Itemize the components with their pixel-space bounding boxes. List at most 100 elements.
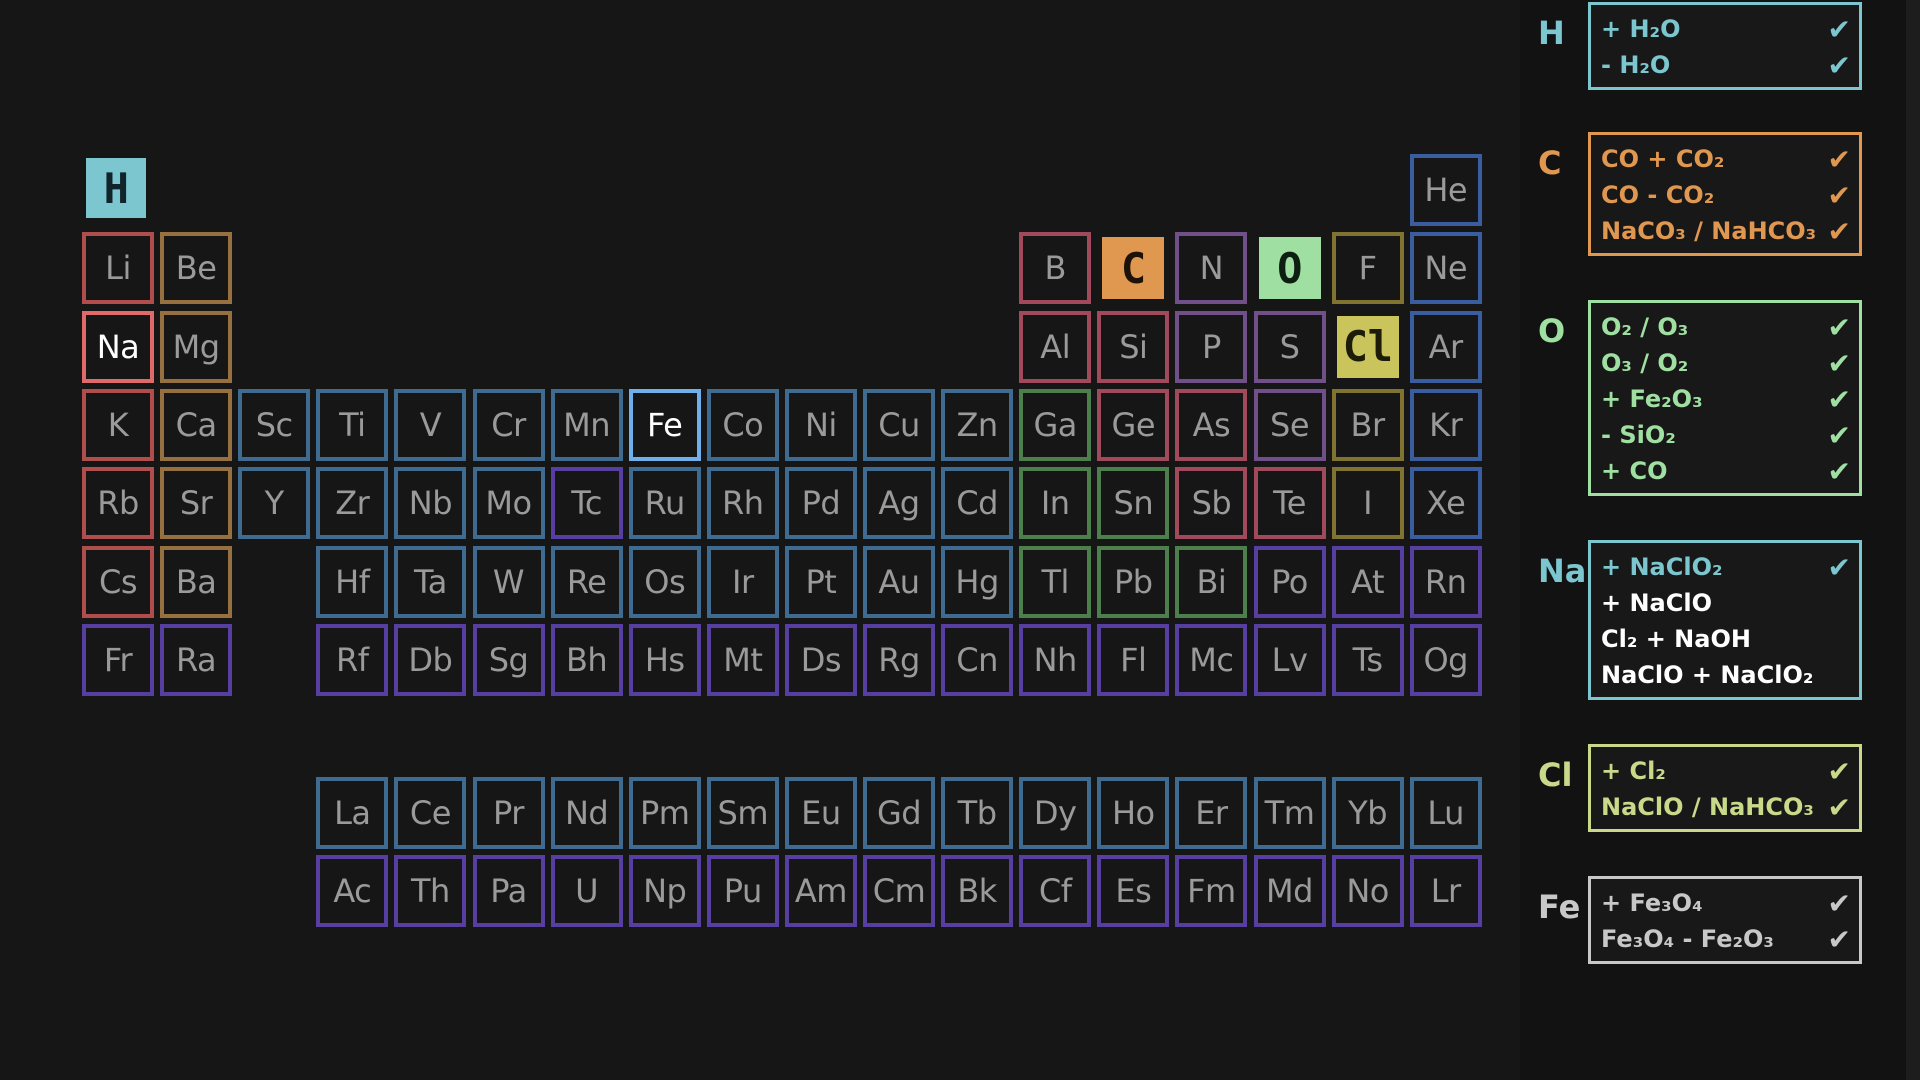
element-am[interactable]: Am: [785, 855, 857, 927]
element-al[interactable]: Al: [1019, 311, 1091, 383]
element-se[interactable]: Se: [1254, 389, 1326, 461]
element-ti[interactable]: Ti: [316, 389, 388, 461]
element-tl[interactable]: Tl: [1019, 546, 1091, 618]
element-h[interactable]: H: [86, 158, 146, 218]
element-ta[interactable]: Ta: [394, 546, 466, 618]
element-mt[interactable]: Mt: [707, 624, 779, 696]
element-lr[interactable]: Lr: [1410, 855, 1482, 927]
element-xe[interactable]: Xe: [1410, 467, 1482, 539]
element-pb[interactable]: Pb: [1097, 546, 1169, 618]
element-k[interactable]: K: [82, 389, 154, 461]
element-ca[interactable]: Ca: [160, 389, 232, 461]
element-lu[interactable]: Lu: [1410, 777, 1482, 849]
element-kr[interactable]: Kr: [1410, 389, 1482, 461]
element-dy[interactable]: Dy: [1019, 777, 1091, 849]
element-fl[interactable]: Fl: [1097, 624, 1169, 696]
reaction-panel-h[interactable]: + H₂O✔- H₂O✔: [1588, 2, 1862, 90]
element-i[interactable]: I: [1332, 467, 1404, 539]
element-ge[interactable]: Ge: [1097, 389, 1169, 461]
element-in[interactable]: In: [1019, 467, 1091, 539]
element-cn[interactable]: Cn: [941, 624, 1013, 696]
element-hg[interactable]: Hg: [941, 546, 1013, 618]
element-ar[interactable]: Ar: [1410, 311, 1482, 383]
element-ne[interactable]: Ne: [1410, 232, 1482, 304]
reaction-panel-na[interactable]: + NaClO₂✔+ NaClOCl₂ + NaOHNaClO + NaClO₂: [1588, 540, 1862, 700]
element-cf[interactable]: Cf: [1019, 855, 1091, 927]
element-he[interactable]: He: [1410, 154, 1482, 226]
reaction-line[interactable]: NaClO + NaClO₂: [1601, 657, 1851, 693]
reaction-line[interactable]: NaClO / NaHCO₃✔: [1601, 789, 1851, 825]
element-ag[interactable]: Ag: [863, 467, 935, 539]
element-co[interactable]: Co: [707, 389, 779, 461]
reaction-line[interactable]: CO + CO₂✔: [1601, 141, 1851, 177]
element-fr[interactable]: Fr: [82, 624, 154, 696]
element-pu[interactable]: Pu: [707, 855, 779, 927]
element-er[interactable]: Er: [1175, 777, 1247, 849]
reaction-line[interactable]: + CO✔: [1601, 453, 1851, 489]
element-sc[interactable]: Sc: [238, 389, 310, 461]
element-fm[interactable]: Fm: [1175, 855, 1247, 927]
element-ir[interactable]: Ir: [707, 546, 779, 618]
element-db[interactable]: Db: [394, 624, 466, 696]
element-ga[interactable]: Ga: [1019, 389, 1091, 461]
element-br[interactable]: Br: [1332, 389, 1404, 461]
element-bi[interactable]: Bi: [1175, 546, 1247, 618]
element-os[interactable]: Os: [629, 546, 701, 618]
reaction-line[interactable]: + H₂O✔: [1601, 11, 1851, 47]
element-cr[interactable]: Cr: [473, 389, 545, 461]
element-n[interactable]: N: [1175, 232, 1247, 304]
element-w[interactable]: W: [473, 546, 545, 618]
element-c[interactable]: C: [1102, 237, 1164, 299]
element-th[interactable]: Th: [394, 855, 466, 927]
element-nb[interactable]: Nb: [394, 467, 466, 539]
element-tb[interactable]: Tb: [941, 777, 1013, 849]
reaction-line[interactable]: + NaClO₂✔: [1601, 549, 1851, 585]
element-hf[interactable]: Hf: [316, 546, 388, 618]
element-nd[interactable]: Nd: [551, 777, 623, 849]
element-ra[interactable]: Ra: [160, 624, 232, 696]
reaction-line[interactable]: O₂ / O₃✔: [1601, 309, 1851, 345]
element-es[interactable]: Es: [1097, 855, 1169, 927]
element-v[interactable]: V: [394, 389, 466, 461]
element-rg[interactable]: Rg: [863, 624, 935, 696]
element-cd[interactable]: Cd: [941, 467, 1013, 539]
element-p[interactable]: P: [1175, 311, 1247, 383]
element-pm[interactable]: Pm: [629, 777, 701, 849]
element-mc[interactable]: Mc: [1175, 624, 1247, 696]
element-tm[interactable]: Tm: [1254, 777, 1326, 849]
element-yb[interactable]: Yb: [1332, 777, 1404, 849]
element-gd[interactable]: Gd: [863, 777, 935, 849]
element-no[interactable]: No: [1332, 855, 1404, 927]
element-o[interactable]: O: [1259, 237, 1321, 299]
element-zn[interactable]: Zn: [941, 389, 1013, 461]
element-si[interactable]: Si: [1097, 311, 1169, 383]
element-ba[interactable]: Ba: [160, 546, 232, 618]
element-mo[interactable]: Mo: [473, 467, 545, 539]
element-pd[interactable]: Pd: [785, 467, 857, 539]
element-pt[interactable]: Pt: [785, 546, 857, 618]
element-sb[interactable]: Sb: [1175, 467, 1247, 539]
element-bh[interactable]: Bh: [551, 624, 623, 696]
element-ac[interactable]: Ac: [316, 855, 388, 927]
element-rn[interactable]: Rn: [1410, 546, 1482, 618]
reaction-panel-cl[interactable]: + Cl₂✔NaClO / NaHCO₃✔: [1588, 744, 1862, 832]
element-la[interactable]: La: [316, 777, 388, 849]
reaction-line[interactable]: + Fe₃O₄✔: [1601, 885, 1851, 921]
element-cs[interactable]: Cs: [82, 546, 154, 618]
element-rh[interactable]: Rh: [707, 467, 779, 539]
element-po[interactable]: Po: [1254, 546, 1326, 618]
element-f[interactable]: F: [1332, 232, 1404, 304]
element-ts[interactable]: Ts: [1332, 624, 1404, 696]
element-as[interactable]: As: [1175, 389, 1247, 461]
element-pr[interactable]: Pr: [473, 777, 545, 849]
element-sr[interactable]: Sr: [160, 467, 232, 539]
element-cm[interactable]: Cm: [863, 855, 935, 927]
element-ho[interactable]: Ho: [1097, 777, 1169, 849]
element-rb[interactable]: Rb: [82, 467, 154, 539]
reaction-panel-c[interactable]: CO + CO₂✔CO - CO₂✔NaCO₃ / NaHCO₃✔: [1588, 132, 1862, 256]
element-te[interactable]: Te: [1254, 467, 1326, 539]
reaction-line[interactable]: NaCO₃ / NaHCO₃✔: [1601, 213, 1851, 249]
element-ni[interactable]: Ni: [785, 389, 857, 461]
element-lv[interactable]: Lv: [1254, 624, 1326, 696]
scrollbar[interactable]: [1906, 0, 1920, 1080]
